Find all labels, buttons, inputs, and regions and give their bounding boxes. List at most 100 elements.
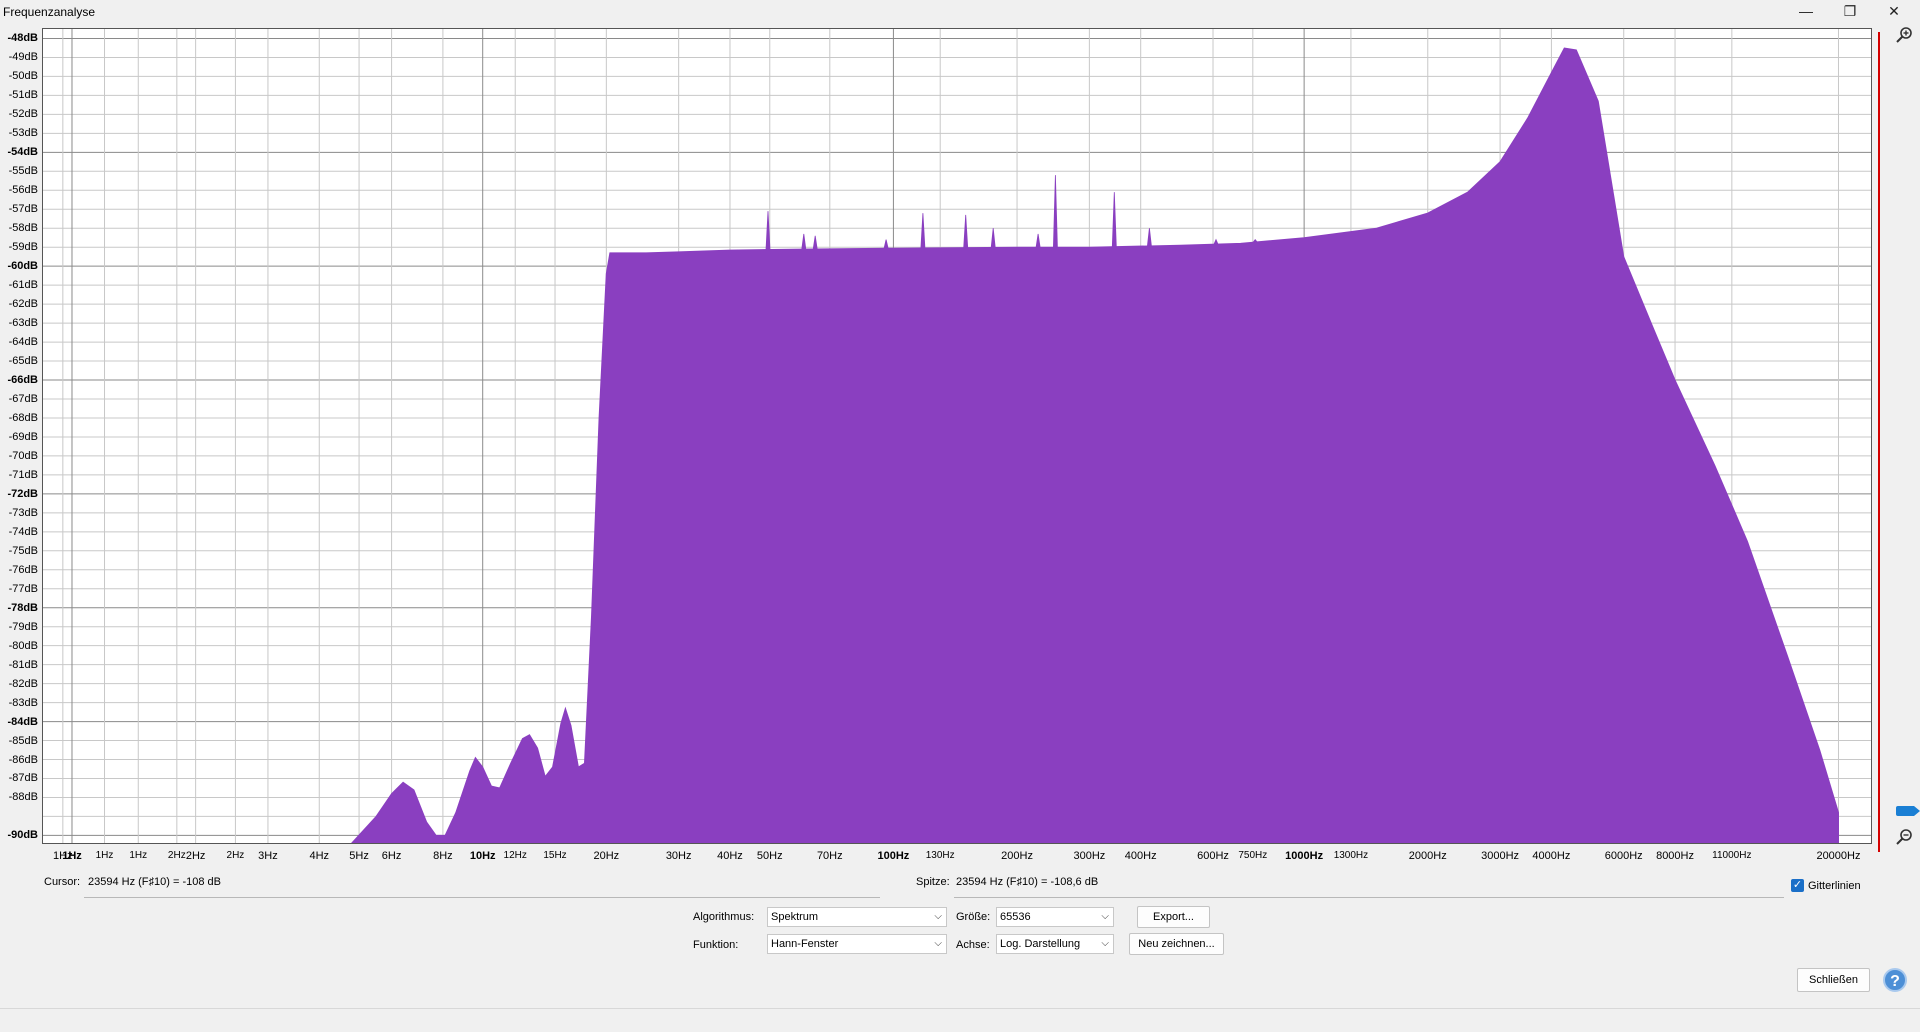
y-tick-label: -80dB [8, 639, 38, 652]
minimize-button[interactable]: — [1784, 0, 1828, 22]
y-tick-label: -58dB [8, 222, 38, 235]
y-tick-label: -55dB [8, 165, 38, 178]
vertical-zoom-bar [1872, 22, 1920, 852]
y-tick-label: -88dB [8, 791, 38, 804]
y-tick-label: -84dB [7, 715, 38, 728]
x-tick-label: 300Hz [1073, 850, 1106, 862]
algorithm-select[interactable]: Spektrum ⌵ [767, 907, 947, 927]
y-tick-label: -52dB [8, 108, 38, 121]
spectrum-peak [1052, 175, 1058, 248]
close-window-button[interactable]: ✕ [1872, 0, 1916, 22]
x-tick-label: 2Hz [226, 850, 245, 861]
x-tick-label: 750Hz [1238, 850, 1268, 861]
y-tick-label: -59dB [8, 241, 38, 254]
spectrum-peak [990, 228, 996, 248]
y-tick-label: -82dB [8, 677, 38, 690]
size-label: Größe: [956, 911, 991, 923]
peak-value: 23594 Hz (F♯10) = -108,6 dB [956, 876, 1099, 888]
chevron-down-icon: ⌵ [1101, 938, 1109, 949]
x-tick-label: 1Hz [62, 850, 82, 862]
y-tick-label: -75dB [8, 544, 38, 557]
y-tick-label: -49dB [8, 51, 38, 64]
x-tick-label: 8000Hz [1656, 850, 1694, 862]
y-tick-label: -85dB [8, 734, 38, 747]
function-select[interactable]: Hann-Fenster ⌵ [767, 934, 947, 954]
algorithm-label: Algorithmus: [693, 911, 755, 923]
maximize-button[interactable]: ❐ [1828, 0, 1872, 22]
y-tick-label: -62dB [8, 298, 38, 311]
gridlines-checkbox[interactable]: ✓ [1791, 879, 1804, 892]
x-tick-label: 3Hz [258, 850, 278, 862]
x-tick-label: 50Hz [756, 850, 783, 862]
spectrum-peak [883, 239, 889, 249]
spectrum-peak [1111, 192, 1117, 248]
y-tick-label: -67dB [8, 393, 38, 405]
spectrum-peak [1035, 233, 1041, 248]
y-tick-label: -61dB [8, 279, 38, 292]
y-tick-label: -50dB [8, 70, 38, 83]
y-tick-label: -77dB [8, 582, 38, 595]
axis-select[interactable]: Log. Darstellung ⌵ [996, 934, 1114, 954]
cursor-value: 23594 Hz (F♯10) = -108 dB [88, 876, 221, 888]
peak-label: Spitze: [916, 876, 950, 888]
function-value: Hann-Fenster [771, 938, 839, 950]
chevron-down-icon: ⌵ [934, 911, 942, 922]
x-tick-label: 20Hz [593, 850, 620, 862]
spectrum-chart [43, 29, 1871, 843]
x-tick-label: 400Hz [1124, 850, 1157, 862]
chevron-down-icon: ⌵ [1101, 911, 1109, 922]
y-tick-label: -51dB [8, 89, 38, 102]
x-tick-label: 2Hz [185, 850, 206, 862]
axis-label: Achse: [956, 939, 990, 951]
export-button[interactable]: Export... [1137, 906, 1210, 928]
x-tick-label: 6Hz [381, 850, 402, 862]
zoom-slider-handle[interactable] [1896, 806, 1920, 816]
y-tick-label: -72dB [7, 487, 38, 500]
x-tick-label: 15Hz [543, 850, 567, 861]
x-tick-label: 6000Hz [1604, 850, 1643, 862]
x-tick-label: 40Hz [717, 850, 743, 862]
status-bar-divider [0, 1008, 1920, 1009]
spectrum-peak [920, 213, 926, 249]
cursor-field-line [84, 897, 880, 898]
spectrum-peak [812, 235, 818, 250]
zoom-in-icon[interactable] [1895, 26, 1913, 44]
y-axis-labels: -48dB -49dB -50dB -51dB -52dB -53dB -54dB -55dB… [0, 0, 40, 850]
spectrum-peak [1146, 228, 1152, 247]
spectrum-area [351, 47, 1839, 843]
spectrum-peak [1252, 238, 1259, 243]
y-tick-label: -68dB [8, 411, 38, 424]
x-tick-label: 20000Hz [1816, 850, 1861, 862]
x-tick-label: 100Hz [877, 850, 910, 862]
y-tick-label: -79dB [8, 620, 38, 633]
y-tick-label: -69dB [8, 430, 38, 443]
spectrum-plot[interactable] [42, 28, 1872, 844]
cursor-label: Cursor: [44, 876, 81, 888]
y-tick-label: -63dB [8, 317, 38, 330]
y-tick-label: -90dB [7, 829, 38, 842]
close-button[interactable]: Schließen [1797, 968, 1870, 992]
y-tick-label: -53dB [8, 127, 38, 140]
y-tick-label: -87dB [8, 772, 38, 785]
x-tick-label: 2Hz [167, 850, 186, 861]
y-tick-label: -66dB [7, 374, 38, 387]
axis-value: Log. Darstellung [1000, 938, 1081, 950]
spectrum-peak [963, 214, 969, 248]
replot-button[interactable]: Neu zeichnen... [1129, 933, 1224, 955]
y-tick-label: -83dB [8, 696, 38, 709]
x-tick-label: 1300Hz [1333, 850, 1369, 861]
zoom-out-icon[interactable] [1895, 828, 1913, 846]
y-tick-label: -57dB [8, 203, 38, 216]
x-tick-label: 200Hz [1001, 850, 1033, 862]
x-tick-label: 70Hz [816, 850, 843, 862]
y-tick-label: -73dB [8, 506, 38, 519]
help-icon[interactable]: ? [1883, 968, 1907, 992]
size-select[interactable]: 65536 ⌵ [996, 907, 1114, 927]
y-tick-label: -60dB [7, 260, 38, 273]
gridlines-label: Gitterlinien [1808, 880, 1861, 892]
y-tick-label: -78dB [7, 601, 38, 614]
x-tick-label: 10Hz [469, 850, 496, 862]
y-tick-label: -56dB [8, 184, 38, 197]
algorithm-value: Spektrum [771, 911, 819, 923]
x-tick-label: 4000Hz [1532, 850, 1571, 862]
